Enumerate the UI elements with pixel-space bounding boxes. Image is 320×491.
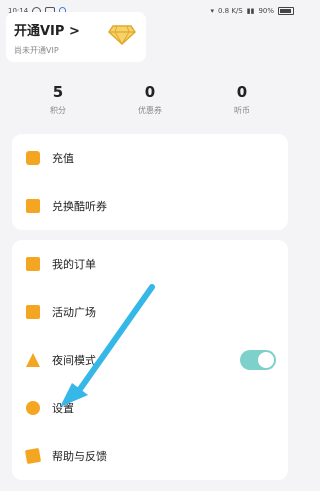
stat-coins[interactable]: 0 听币 [196,83,288,129]
menu-item-label: 兑换酷听券 [52,200,107,213]
battery-percent: 90% [258,7,274,15]
diamond-icon [108,25,136,46]
vip-card[interactable]: 开通VIP > 尚未开通VIP [6,12,146,62]
night-mode-icon [26,353,40,367]
stat-value: 5 [52,83,64,101]
status-right: ▾ 0.8 K/S ▮▮ 90% [210,7,294,15]
settings-icon [26,401,40,415]
stat-label: 听币 [234,106,250,115]
wallet-icon [26,151,40,165]
ticket-icon [26,199,40,213]
stat-points[interactable]: 5 积分 [12,83,104,129]
night-mode-toggle[interactable] [240,350,276,370]
wifi-icon: ▾ [210,7,214,15]
menu-item-night-mode[interactable]: 夜间模式 [12,336,288,384]
battery-icon [278,7,294,15]
menu-item-label: 我的订单 [52,258,96,271]
menu-item-redeem[interactable]: 兑换酷听券 [12,182,288,230]
menu-item-label: 夜间模式 [52,354,96,367]
stat-label: 积分 [50,106,66,115]
menu-item-label: 充值 [52,152,74,165]
menu-card-general: 我的订单 活动广场 夜间模式 设置 帮助与反馈 [12,240,288,480]
toggle-knob [258,352,274,368]
menu-item-settings[interactable]: 设置 [12,384,288,432]
menu-item-events[interactable]: 活动广场 [12,288,288,336]
stat-value: 0 [144,83,156,101]
menu-item-orders[interactable]: 我的订单 [12,240,288,288]
network-speed: 0.8 K/S [217,7,243,15]
menu-item-label: 活动广场 [52,306,96,319]
stat-label: 优惠券 [138,106,162,115]
vip-subtitle: 尚未开通VIP [14,46,59,55]
menu-item-help[interactable]: 帮助与反馈 [12,432,288,480]
menu-item-label: 帮助与反馈 [52,450,107,463]
stats-row: 5 积分 0 优惠券 0 听币 [12,83,288,129]
stat-coupons[interactable]: 0 优惠券 [104,83,196,129]
stat-value: 0 [236,83,248,101]
order-icon [26,257,40,271]
signal-icon: ▮▮ [246,7,255,15]
menu-item-label: 设置 [52,402,74,415]
menu-item-recharge[interactable]: 充值 [12,134,288,182]
event-icon [26,305,40,319]
help-feedback-icon [24,447,42,465]
menu-card-account: 充值 兑换酷听券 [12,134,288,230]
